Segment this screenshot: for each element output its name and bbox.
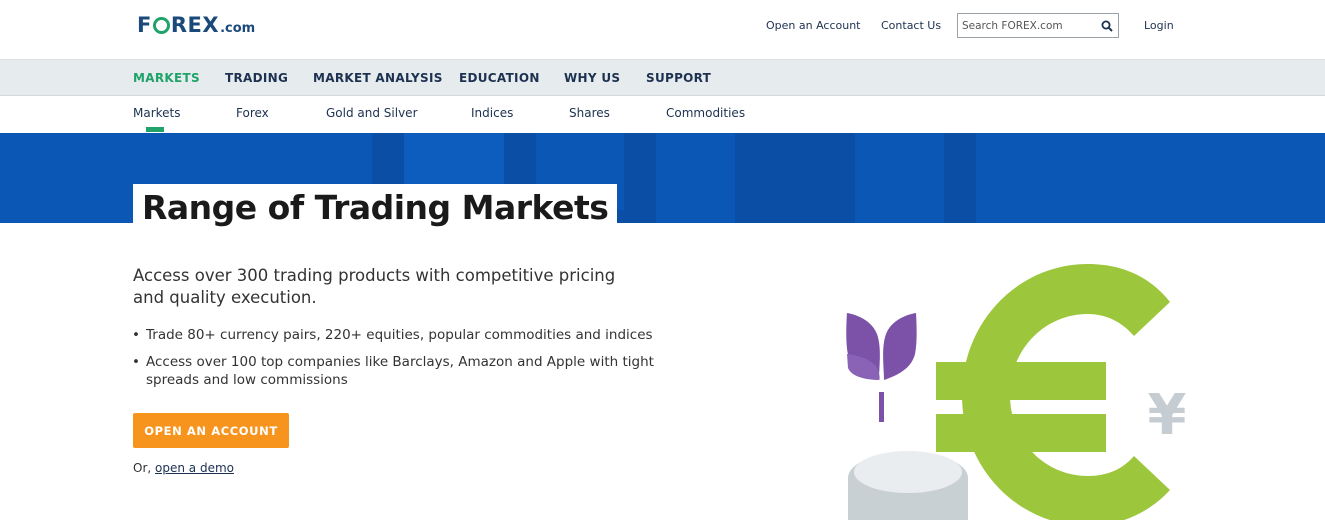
active-subnav-indicator xyxy=(146,127,164,132)
open-demo-link[interactable]: open a demo xyxy=(155,461,234,475)
yen-symbol-icon: ¥ xyxy=(1148,383,1187,448)
subnav-commodities[interactable]: Commodities xyxy=(666,106,745,120)
intro-text: Access over 300 trading products with co… xyxy=(133,266,616,307)
feature-item: Access over 100 top companies like Barcl… xyxy=(132,353,656,389)
sub-nav: Markets Forex Gold and Silver Indices Sh… xyxy=(0,96,1325,133)
euro-symbol-icon xyxy=(936,264,1170,520)
subnav-markets[interactable]: Markets xyxy=(133,106,181,120)
open-account-button[interactable]: OPEN AN ACCOUNT xyxy=(133,413,289,448)
logo-letters-rex: REX xyxy=(170,13,220,37)
main-nav: MARKETS TRADING MARKET ANALYSIS EDUCATIO… xyxy=(0,59,1325,96)
logo-letter-f: F xyxy=(137,13,152,37)
subnav-indices[interactable]: Indices xyxy=(471,106,513,120)
open-account-link[interactable]: Open an Account xyxy=(766,19,861,32)
plant-icon xyxy=(846,313,917,422)
nav-trading[interactable]: TRADING xyxy=(225,71,288,85)
hero-pattern-block xyxy=(735,133,855,223)
forex-logo[interactable]: F REX .com xyxy=(137,13,255,39)
subnav-gold-and-silver[interactable]: Gold and Silver xyxy=(326,106,418,120)
logo-globe-icon xyxy=(152,17,170,34)
contact-us-link[interactable]: Contact Us xyxy=(881,19,941,32)
search-input[interactable] xyxy=(958,14,1098,38)
nav-support[interactable]: SUPPORT xyxy=(646,71,711,85)
feature-item: Trade 80+ currency pairs, 220+ equities,… xyxy=(132,326,656,344)
hero-pattern-block xyxy=(624,133,656,211)
logo-suffix: .com xyxy=(220,21,256,36)
nav-why-us[interactable]: WHY US xyxy=(564,71,620,85)
demo-prefix: Or, xyxy=(133,461,156,475)
search-box xyxy=(957,13,1119,38)
nav-education[interactable]: EDUCATION xyxy=(459,71,540,85)
hero-pattern-block xyxy=(944,133,976,223)
subnav-shares[interactable]: Shares xyxy=(569,106,610,120)
hero-title-box: Range of Trading Markets xyxy=(133,184,618,227)
yen-glyph: ¥ xyxy=(1148,383,1187,448)
nav-market-analysis[interactable]: MARKET ANALYSIS xyxy=(313,71,443,85)
nav-markets[interactable]: MARKETS xyxy=(133,71,200,85)
search-icon[interactable] xyxy=(1101,20,1113,32)
top-header: F REX .com Open an Account Contact Us Lo… xyxy=(0,0,1325,59)
currency-illustration: ¥ xyxy=(846,264,1187,520)
feature-list: Trade 80+ currency pairs, 220+ equities,… xyxy=(132,326,656,398)
page-title: Range of Trading Markets xyxy=(142,188,609,227)
coin-stack-icon xyxy=(848,451,968,520)
demo-line: Or, open a demo xyxy=(133,461,234,475)
login-link[interactable]: Login xyxy=(1144,19,1174,32)
subnav-forex[interactable]: Forex xyxy=(236,106,269,120)
